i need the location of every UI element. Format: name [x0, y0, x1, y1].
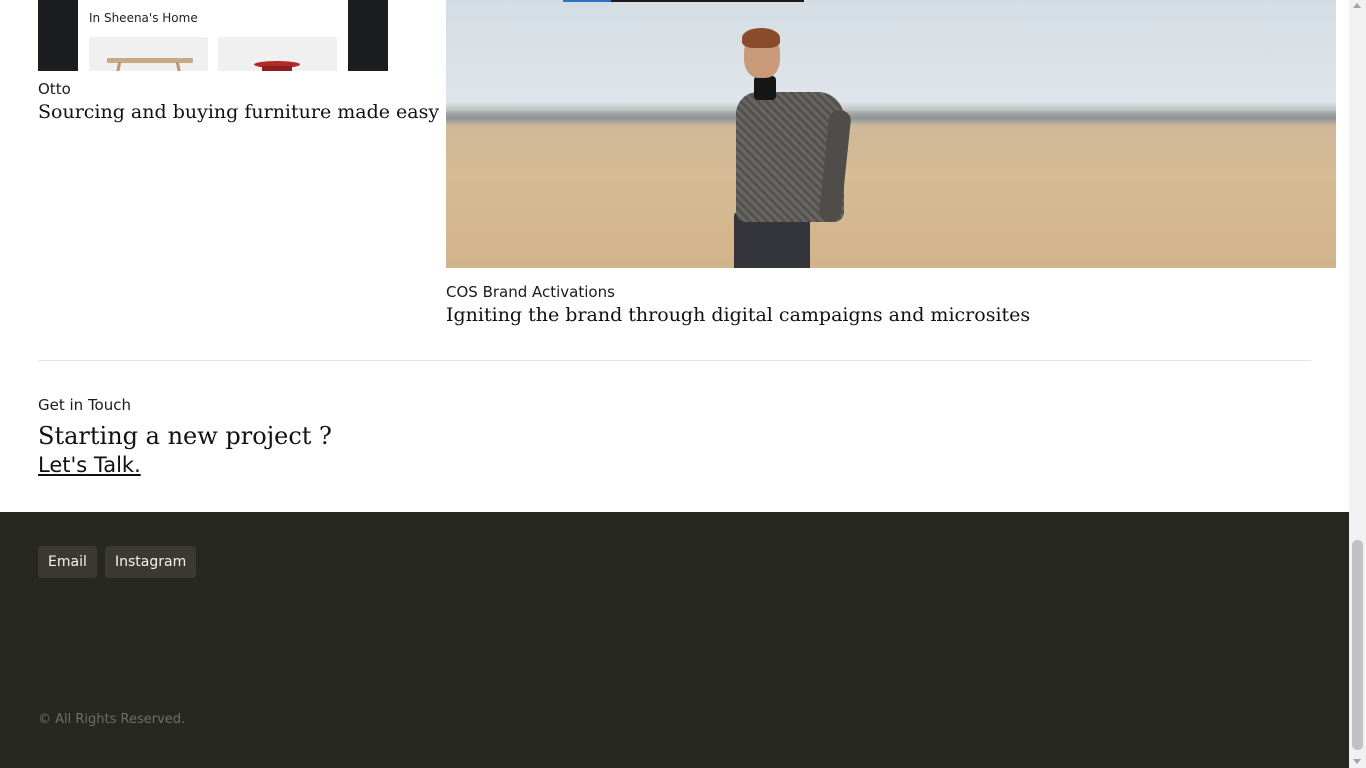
vertical-scrollbar[interactable] — [1349, 0, 1366, 768]
cos-client-label: COS Brand Activations — [446, 283, 615, 301]
lets-talk-link[interactable]: Let's Talk. — [38, 453, 141, 477]
stool-product-tile — [218, 37, 337, 71]
sea-horizon — [446, 110, 1336, 124]
copyright-text: © All Rights Reserved. — [38, 712, 186, 727]
model-hair — [742, 28, 780, 48]
page: In Sheena's Home Otto Sourcing and buyin… — [0, 0, 1349, 768]
otto-client-label: Otto — [38, 80, 71, 98]
model-turtleneck — [754, 76, 776, 100]
phone-screen: In Sheena's Home — [78, 0, 348, 71]
contact-title: Starting a new project ? — [38, 422, 332, 450]
instagram-button[interactable]: Instagram — [105, 546, 197, 578]
section-divider — [38, 360, 1311, 361]
table-product-tile — [89, 37, 208, 71]
otto-project-title[interactable]: Sourcing and buying furniture made easy — [38, 101, 439, 123]
scroll-up-arrow-icon[interactable] — [1353, 3, 1361, 8]
scroll-down-arrow-icon[interactable] — [1353, 759, 1361, 764]
scrollbar-thumb[interactable] — [1352, 540, 1363, 750]
email-button[interactable]: Email — [38, 546, 97, 578]
phone-screen-title: In Sheena's Home — [89, 11, 198, 25]
top-bar-accent — [563, 0, 611, 2]
contact-label: Get in Touch — [38, 396, 131, 414]
cos-project-image[interactable] — [446, 0, 1336, 268]
otto-project-image[interactable]: In Sheena's Home — [38, 0, 388, 71]
cos-project-title[interactable]: Igniting the brand through digital campa… — [446, 304, 1030, 326]
footer: Email Instagram © All Rights Reserved. — [0, 512, 1349, 768]
